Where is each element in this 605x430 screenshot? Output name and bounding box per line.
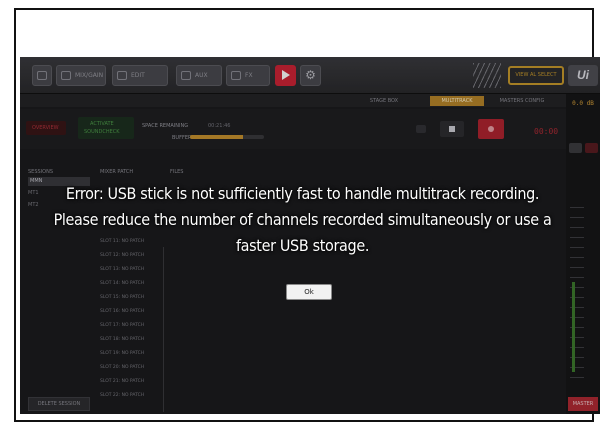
ok-button[interactable]: Ok bbox=[286, 284, 332, 300]
error-message-line-3: faster USB storage. bbox=[235, 236, 370, 255]
error-message-line-1: Error: USB stick is not sufficiently fas… bbox=[65, 184, 540, 203]
error-message-line-2: Please reduce the number of channels rec… bbox=[53, 210, 552, 229]
error-dialog: Error: USB stick is not sufficiently fas… bbox=[0, 181, 605, 259]
